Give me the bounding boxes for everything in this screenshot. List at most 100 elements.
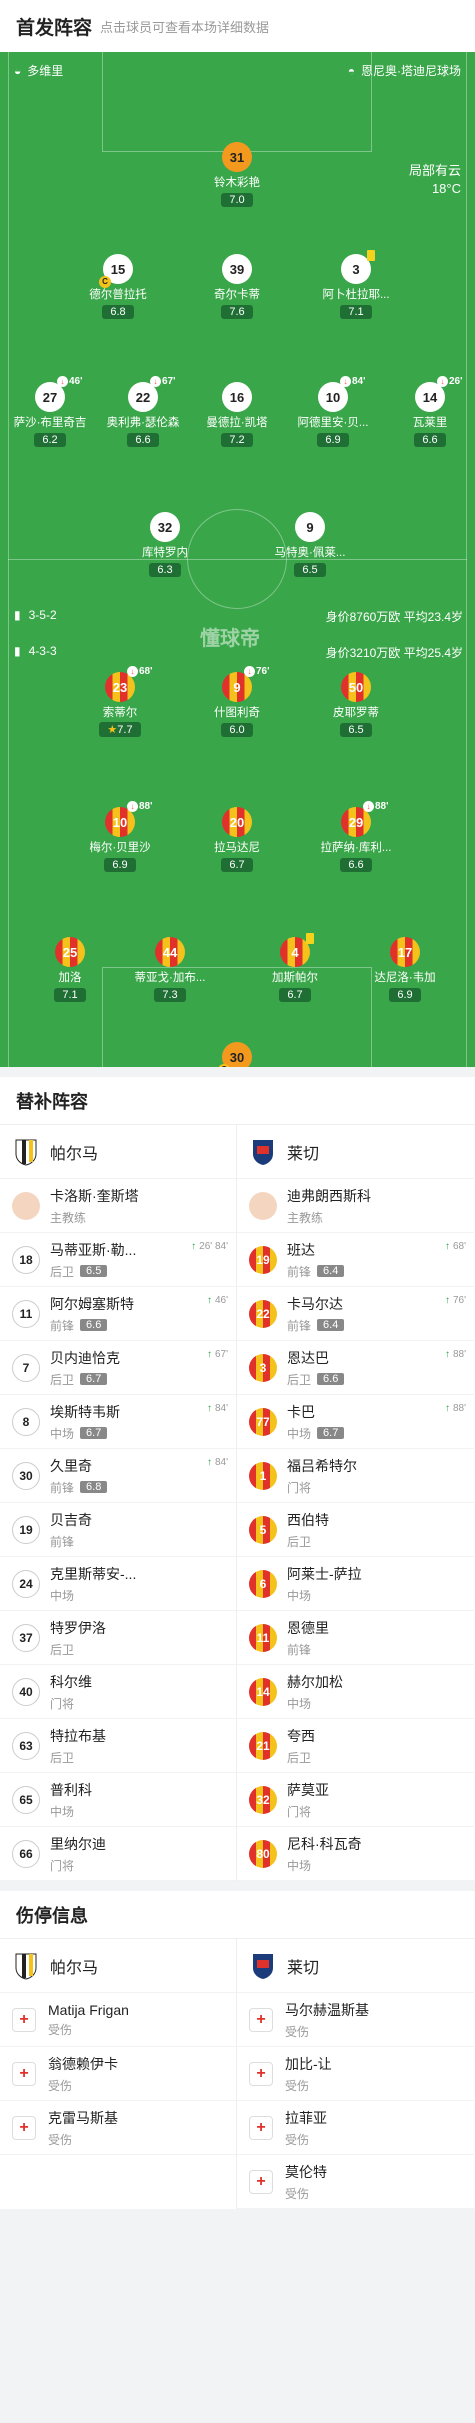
player-rating: 6.6	[340, 858, 372, 872]
player-marker[interactable]: 9 ↓ 76' 什图利奇 6.0	[192, 666, 282, 738]
injury-row[interactable]: + 翁德赖伊卡 受伤	[0, 2047, 236, 2101]
sub-player-row[interactable]: 66 里纳尔迪 门将	[0, 1827, 236, 1881]
sub-player-row[interactable]: 7 贝内迪恰克 后卫 6.7 ↑ 67'	[0, 1341, 236, 1395]
jersey-number: 22	[249, 1299, 277, 1328]
player-position: 中场	[287, 1426, 312, 1441]
sub-player-row[interactable]: 11 阿尔姆塞斯特 前锋 6.6 ↑ 46'	[0, 1287, 236, 1341]
injury-row[interactable]: + 加比-让 受伤	[237, 2047, 474, 2101]
player-marker[interactable]: 32 库特罗内 6.3	[120, 512, 210, 578]
player-position: 前锋	[287, 1264, 312, 1279]
sub-player-row[interactable]: 3 恩达巴 后卫 6.6 ↑ 88'	[237, 1341, 474, 1395]
sub-player-row[interactable]: 14 赫尔加松 中场	[237, 1665, 474, 1719]
parma-crest-icon	[12, 1952, 40, 1980]
lineup-header: 首发阵容 点击球员可查看本场详细数据	[0, 0, 475, 52]
player-marker[interactable]: 15 C 德尔普拉托 6.8	[73, 254, 163, 320]
sub-player-row[interactable]: 22 卡马尔达 前锋 6.4 ↑ 76'	[237, 1287, 474, 1341]
player-marker[interactable]: 3 阿卜杜拉耶... 7.1	[311, 250, 401, 320]
player-marker[interactable]: 20 拉马达尼 6.7	[192, 807, 282, 873]
player-marker[interactable]: 23 ↓ 68' 索蒂尔 ★7.7	[75, 666, 165, 738]
player-name: 拉萨纳·库利...	[320, 842, 392, 854]
injury-row[interactable]: + Matija Frigan 受伤	[0, 1993, 236, 2047]
sub-out-indicator: ↓ 68'	[127, 666, 153, 677]
player-name: 索蒂尔	[102, 707, 138, 719]
yellow-card-icon	[306, 933, 314, 944]
player-marker[interactable]: 25 加洛 7.1	[25, 937, 115, 1003]
player-marker[interactable]: 31 铃木彩艳 7.0	[192, 142, 282, 208]
player-position: 中场	[50, 1588, 75, 1603]
player-name: 奥利弗·瑟伦森	[106, 417, 180, 429]
sub-player-row[interactable]: 11 恩德里 前锋	[237, 1611, 474, 1665]
player-rating: 6.5	[80, 1265, 108, 1277]
sub-player-row[interactable]: 5 西伯特 后卫	[237, 1503, 474, 1557]
sub-out-icon: ↓	[127, 666, 138, 677]
sub-player-row[interactable]: 40 科尔维 门将	[0, 1665, 236, 1719]
player-marker[interactable]: 16 曼德拉·凯塔 7.2	[192, 382, 282, 448]
sub-player-row[interactable]: 65 普利科 中场	[0, 1773, 236, 1827]
player-name: 久里奇	[50, 1457, 92, 1474]
sub-player-row[interactable]: 37 特罗伊洛 后卫	[0, 1611, 236, 1665]
pitch: ◒ 多维里 ◓ 恩尼奥·塔迪尼球场 局部有云 18°C 懂球帝 ▮ 3-5-2 …	[0, 52, 475, 1067]
player-position: 门将	[287, 1480, 312, 1495]
sub-player-row[interactable]: 80 尼科·科瓦奇 中场	[237, 1827, 474, 1881]
sub-out-icon: ↓	[57, 376, 68, 387]
sub-player-row[interactable]: 30 久里奇 前锋 6.8 ↑ 84'	[0, 1449, 236, 1503]
player-marker[interactable]: 27 ↓ 46' 萨沙·布里奇吉 6.2	[5, 376, 95, 448]
sub-player-row[interactable]: 19 班达 前锋 6.4 ↑ 68'	[237, 1233, 474, 1287]
injury-row[interactable]: + 莫伦特 受伤	[237, 2155, 474, 2209]
player-marker[interactable]: 30C法尔科内6.7	[192, 1042, 282, 1067]
player-marker[interactable]: 50 皮耶罗蒂 6.5	[311, 672, 401, 738]
sub-event: ↑ 76'	[444, 1295, 466, 1306]
player-position: 中场	[287, 1588, 312, 1603]
player-marker[interactable]: 22 ↓ 67' 奥利弗·瑟伦森 6.6	[98, 376, 188, 448]
player-marker[interactable]: 10 ↓ 84' 阿德里安·贝... 6.9	[288, 376, 378, 448]
sub-player-row[interactable]: 19 贝吉奇 前锋	[0, 1503, 236, 1557]
player-marker[interactable]: 39 奇尔卡蒂 7.6	[192, 254, 282, 320]
sub-player-row[interactable]: 1 福吕希特尔 门将	[237, 1449, 474, 1503]
sub-event: ↑ 67'	[206, 1349, 228, 1360]
injury-row[interactable]: + 拉菲亚 受伤	[237, 2101, 474, 2155]
sub-player-row[interactable]: 32 萨莫亚 门将	[237, 1773, 474, 1827]
sub-player-row[interactable]: 24 克里斯蒂安-... 中场	[0, 1557, 236, 1611]
player-rating: 6.4	[317, 1319, 345, 1331]
player-rating: ★7.7	[99, 722, 141, 737]
player-name: 曼德拉·凯塔	[206, 417, 268, 429]
sub-player-row[interactable]: 18 马蒂亚斯·勒... 后卫 6.5 ↑ 26' 84'	[0, 1233, 236, 1287]
sub-in-icon: ↑	[206, 1457, 212, 1468]
player-name: 班达	[287, 1241, 315, 1258]
injury-status: 受伤	[285, 2132, 310, 2147]
player-position: 中场	[287, 1696, 312, 1711]
home-team-row: 帕尔马	[0, 1125, 236, 1179]
player-marker[interactable]: 4 加斯帕尔 6.7	[250, 933, 340, 1003]
player-marker[interactable]: 17 达尼洛·韦加 6.9	[360, 937, 450, 1003]
player-name: 普利科	[50, 1781, 92, 1798]
team-icon: ◒	[14, 63, 22, 78]
player-marker[interactable]: 44 蒂亚戈·加布... 7.3	[125, 937, 215, 1003]
avatar	[12, 1191, 40, 1220]
player-marker[interactable]: 9 马特奥·佩莱... 6.5	[265, 512, 355, 578]
injury-row[interactable]: + 克雷马斯基 受伤	[0, 2101, 236, 2155]
sub-player-row[interactable]: 6 阿莱士-萨拉 中场	[237, 1557, 474, 1611]
player-name: 恩达巴	[287, 1349, 329, 1366]
player-marker[interactable]: 29 ↓ 88' 拉萨纳·库利... 6.6	[311, 801, 401, 873]
player-rating: 6.4	[317, 1265, 345, 1277]
home-coach-row[interactable]: 卡洛斯·奎斯塔 主教练	[0, 1179, 236, 1233]
sub-player-row[interactable]: 77 卡巴 中场 6.7 ↑ 88'	[237, 1395, 474, 1449]
player-name: 尼科·科瓦奇	[287, 1835, 362, 1852]
player-name: 蒂亚戈·加布...	[134, 972, 206, 984]
player-name: 翁德赖伊卡	[48, 2055, 118, 2072]
away-coach-row[interactable]: 迪弗朗西斯科 主教练	[237, 1179, 474, 1233]
player-rating: 6.9	[317, 433, 349, 447]
player-position: 中场	[50, 1804, 75, 1819]
player-name: 福吕希特尔	[287, 1457, 357, 1474]
player-name: 贝内迪恰克	[50, 1349, 120, 1366]
injury-status: 受伤	[285, 2186, 310, 2201]
player-marker[interactable]: 14 ↓ 26' 瓦莱里 6.6	[385, 376, 475, 448]
sub-player-row[interactable]: 63 特拉布基 后卫	[0, 1719, 236, 1773]
sub-player-row[interactable]: 21 夸西 后卫	[237, 1719, 474, 1773]
player-name: 萨莫亚	[287, 1781, 329, 1798]
player-marker[interactable]: 10 ↓ 88' 梅尔·贝里沙 6.9	[75, 801, 165, 873]
player-name: 恩德里	[287, 1619, 329, 1636]
injury-row[interactable]: + 马尔赫温斯基 受伤	[237, 1993, 474, 2047]
sub-player-row[interactable]: 8 埃斯特韦斯 中场 6.7 ↑ 84'	[0, 1395, 236, 1449]
jersey-number: 30C	[218, 1042, 252, 1067]
